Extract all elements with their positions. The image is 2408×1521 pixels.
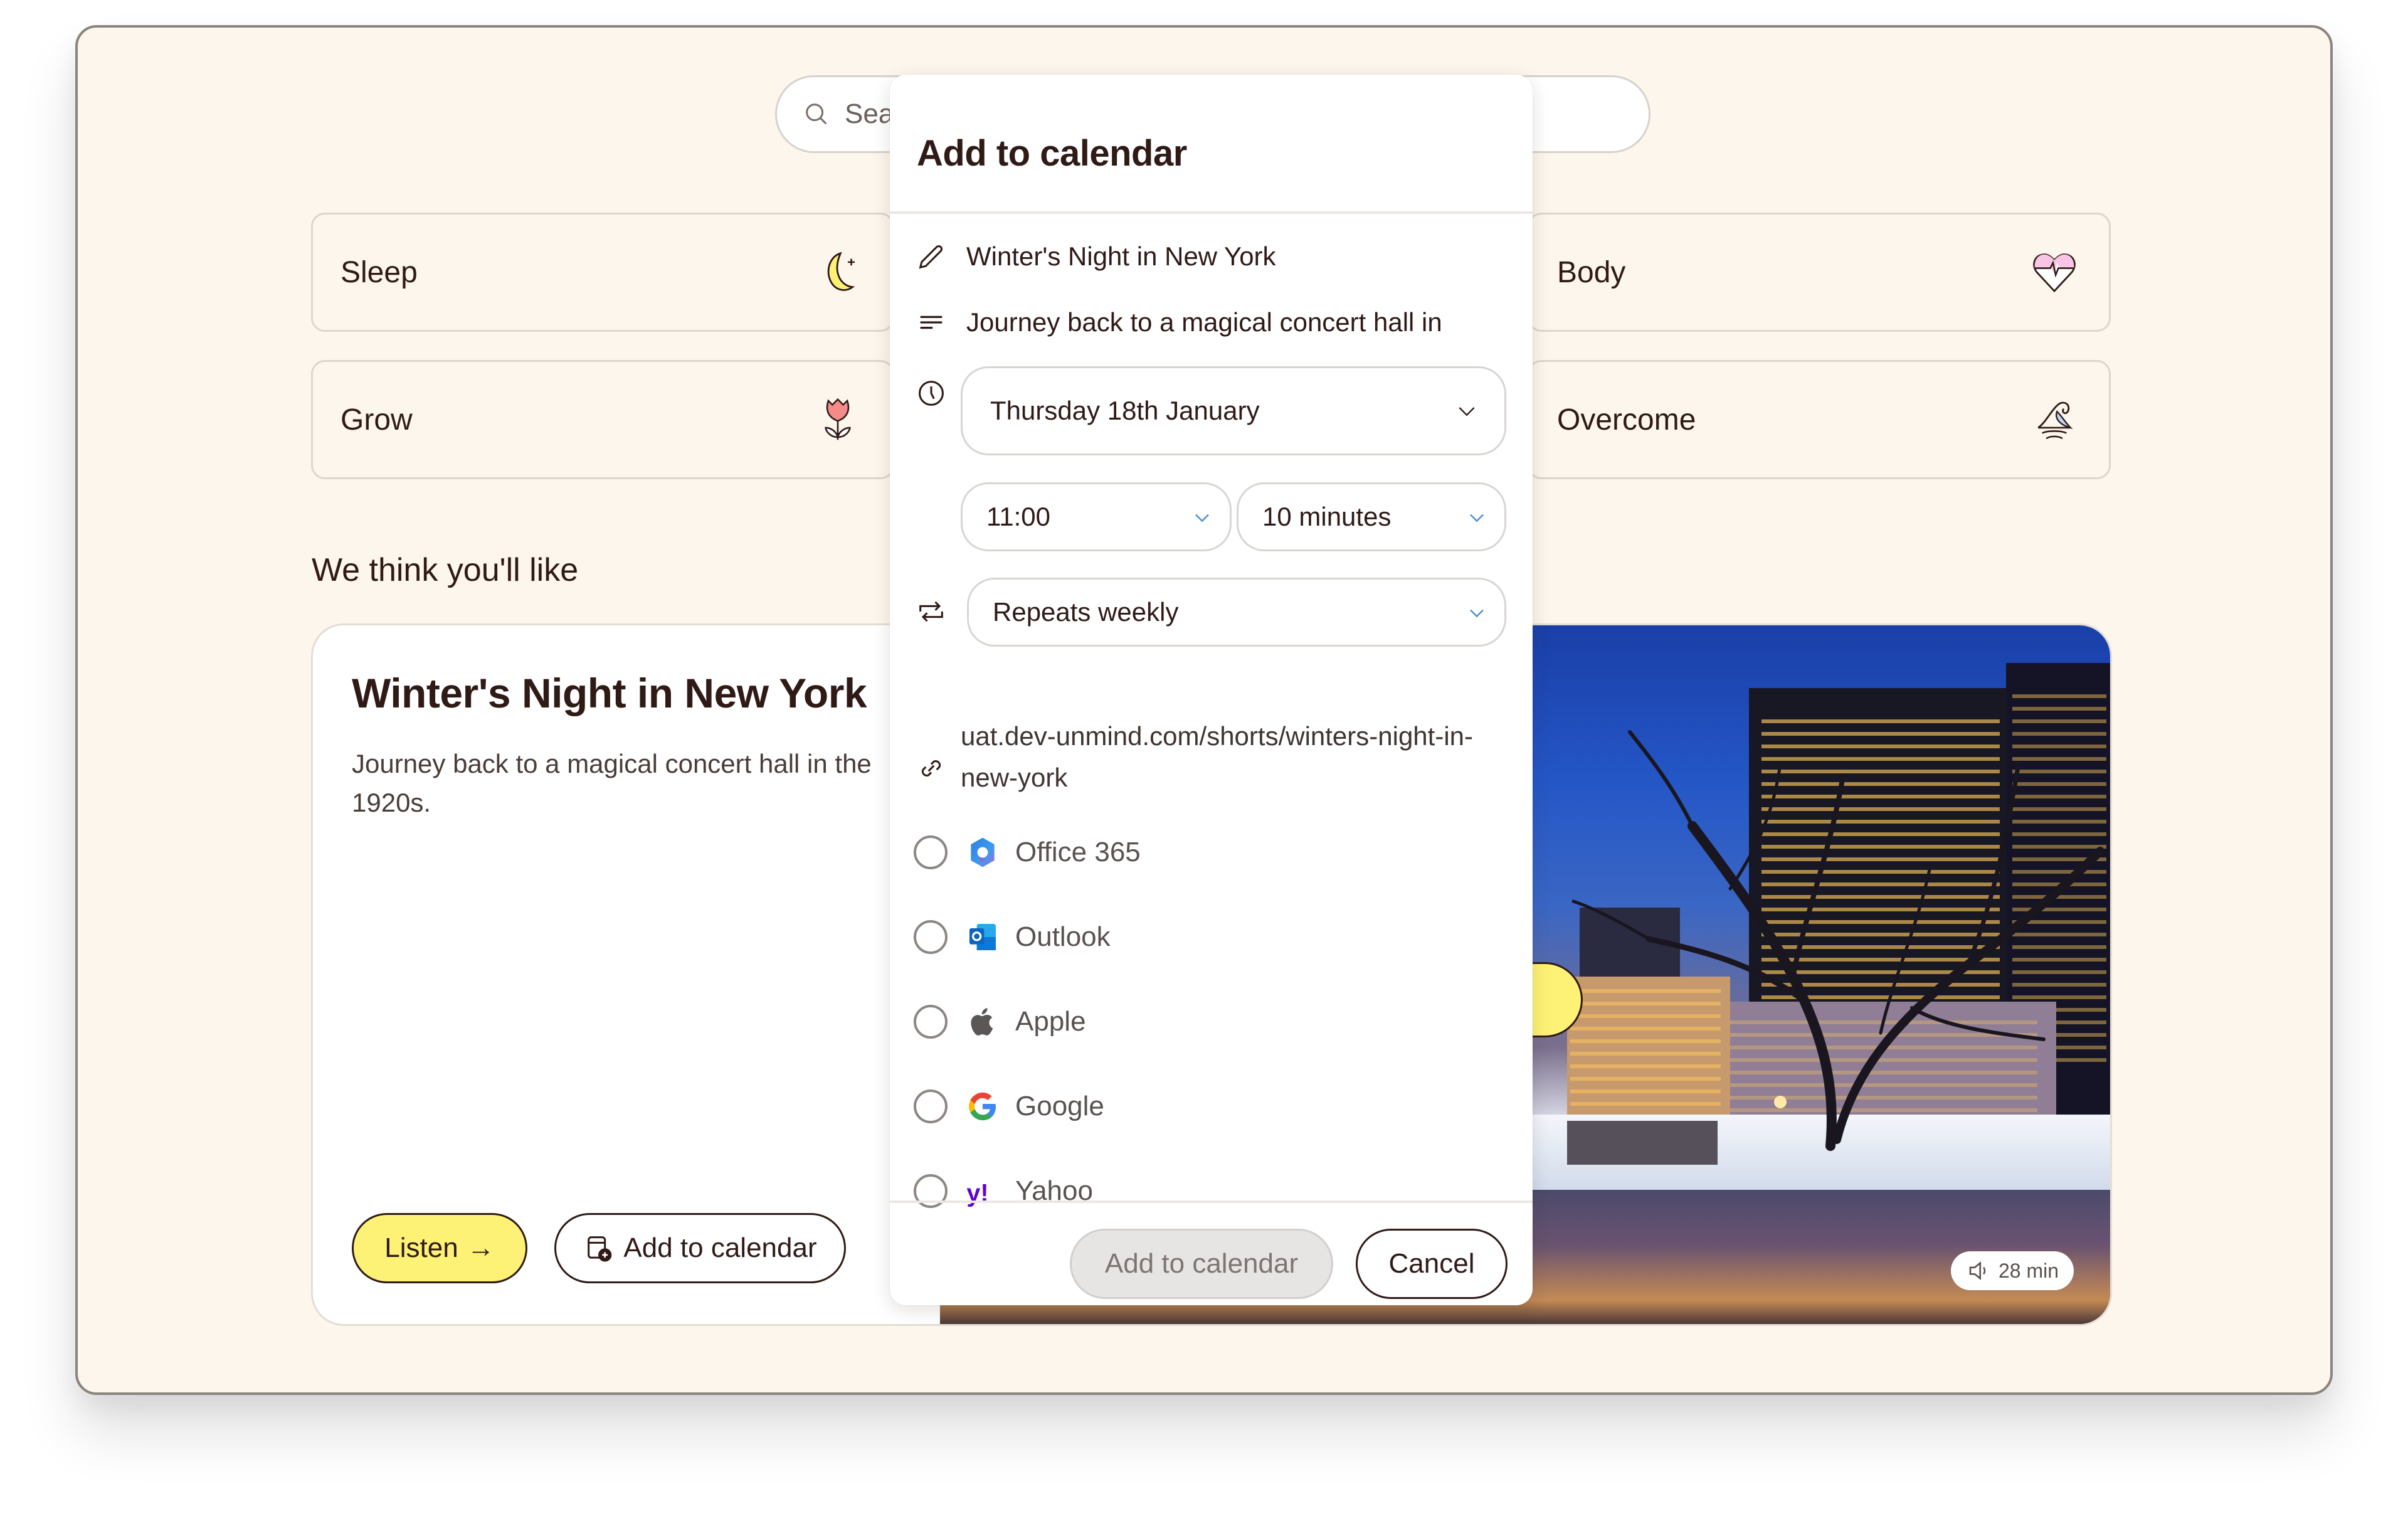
dialog-add-label: Add to calendar [1104, 1248, 1299, 1279]
provider-option-outlook[interactable]: Outlook [914, 915, 1111, 959]
provider-name: Office 365 [1015, 837, 1141, 867]
listen-button[interactable]: Listen → [352, 1213, 527, 1283]
duration-value: 10 minutes [1262, 502, 1391, 531]
category-label: Grow [341, 403, 413, 437]
event-link[interactable]: uat.dev-unmind.com/shorts/winters-night-… [961, 716, 1513, 798]
google-icon [969, 1092, 996, 1121]
chevron-down-icon [1459, 407, 1475, 416]
add-to-calendar-label: Add to calendar [623, 1232, 817, 1263]
repeat-value: Repeats weekly [993, 597, 1179, 627]
chevron-down-icon [1195, 514, 1209, 522]
pencil-icon [919, 245, 943, 269]
heart-pulse-icon [2033, 253, 2076, 293]
category-overcome[interactable]: Overcome [1528, 360, 2111, 479]
dialog-title: Add to calendar [917, 133, 1187, 174]
category-grow[interactable]: Grow [311, 360, 894, 479]
dialog-add-to-calendar-button[interactable]: Add to calendar [1070, 1229, 1333, 1299]
provider-name: Apple [1015, 1006, 1086, 1037]
category-label: Body [1557, 255, 1626, 289]
search-icon [806, 103, 827, 125]
event-description[interactable]: Journey back to a magical concert hall i… [966, 307, 1442, 337]
provider-option-yahoo[interactable]: y! Yahoo [914, 1169, 1093, 1213]
app-window: Search Sleep Grow Body Overcome We think… [75, 25, 2333, 1395]
apple-icon [971, 1008, 993, 1036]
duration-badge: 28 min [1950, 1251, 2074, 1290]
duration-text: 28 min [1998, 1259, 2059, 1282]
radio-button[interactable] [914, 1005, 948, 1039]
arrow-right-icon: → [467, 1232, 495, 1263]
provider-option-office365[interactable]: Office 365 [914, 830, 1141, 874]
category-label: Sleep [341, 255, 418, 289]
provider-option-apple[interactable]: Apple [914, 1000, 1086, 1044]
featured-title: Winter's Night in New York [352, 670, 867, 716]
featured-description: Journey back to a magical concert hall i… [352, 749, 872, 817]
link-icon [921, 760, 941, 776]
outlook-icon [969, 924, 996, 950]
category-sleep[interactable]: Sleep [311, 213, 894, 332]
category-label: Overcome [1557, 403, 1696, 437]
radio-button[interactable] [914, 835, 948, 869]
yahoo-icon: y! [966, 1179, 988, 1207]
radio-button[interactable] [914, 1089, 948, 1123]
time-select[interactable]: 11:00 [961, 482, 1232, 551]
speaker-icon [1969, 1261, 1986, 1280]
provider-name: Google [1015, 1091, 1104, 1121]
tulip-icon [825, 398, 851, 440]
radio-button[interactable] [914, 920, 948, 954]
office365-icon [971, 837, 995, 867]
chevron-down-icon [1470, 514, 1484, 522]
repeat-select[interactable]: Repeats weekly [967, 578, 1506, 647]
repeat-icon [919, 601, 943, 622]
date-value: Thursday 18th January [990, 396, 1260, 425]
chevron-down-icon [1470, 609, 1484, 618]
category-body[interactable]: Body [1528, 213, 2111, 332]
duration-select[interactable]: 10 minutes [1237, 482, 1506, 551]
event-title[interactable]: Winter's Night in New York [966, 241, 1276, 272]
wave-icon [2037, 401, 2073, 440]
event-title-row: Winter's Night in New York [915, 209, 1508, 304]
date-select[interactable]: Thursday 18th January [961, 366, 1506, 455]
text-lines-icon [920, 315, 943, 329]
add-to-calendar-button[interactable]: Add to calendar [554, 1213, 846, 1283]
listen-label: Listen [384, 1232, 458, 1263]
cancel-button[interactable]: Cancel [1356, 1229, 1508, 1299]
provider-option-google[interactable]: Google [914, 1084, 1104, 1128]
event-description-row: Journey back to a magical concert hall i… [915, 300, 1508, 344]
cancel-label: Cancel [1388, 1248, 1475, 1279]
divider [890, 1200, 1533, 1203]
add-to-calendar-dialog: Add to calendar Winter's Night in New Yo… [890, 75, 1533, 1305]
moon-icon [827, 252, 855, 291]
section-title: We think you'll like [312, 552, 579, 588]
clock-icon [919, 381, 944, 406]
calendar-add-icon [588, 1236, 612, 1262]
provider-name: Outlook [1015, 921, 1111, 952]
time-value: 11:00 [986, 502, 1050, 531]
